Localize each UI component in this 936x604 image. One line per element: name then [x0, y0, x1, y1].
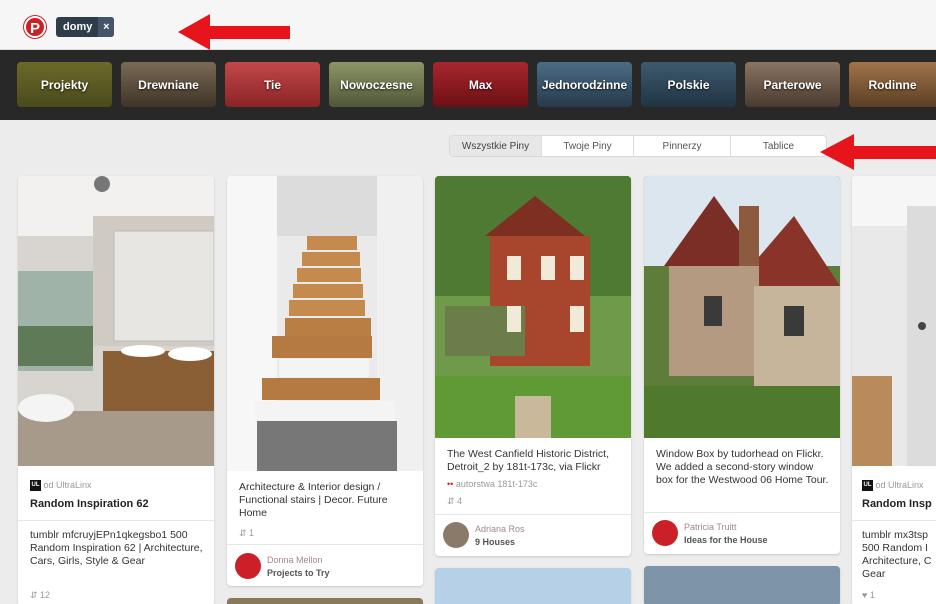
board-name[interactable]: Projects to Try: [267, 568, 330, 578]
house-image: [435, 176, 631, 438]
category-nowoczesne[interactable]: Nowoczesne: [329, 62, 424, 107]
tab-all-pins[interactable]: Wszystkie Piny: [450, 136, 542, 156]
pinterest-logo-icon[interactable]: P: [24, 16, 46, 38]
search-tag-label: domy: [63, 21, 93, 33]
pinner-name[interactable]: Donna Mellon: [267, 555, 323, 565]
divider: [644, 512, 840, 513]
pin-card[interactable]: Architecture & Interior design / Functio…: [227, 176, 423, 586]
category-rodinne[interactable]: Rodinne: [849, 62, 936, 107]
pin-title: Random Inspiration 62: [30, 498, 149, 510]
divider: [227, 544, 423, 545]
pin-card[interactable]: [227, 598, 423, 604]
category-jednorodzinne[interactable]: Jednorodzinne: [537, 62, 632, 107]
pin-filter-tabs: Wszystkie Piny Twoje Piny Pinnerzy Tabli…: [449, 135, 827, 157]
board-name[interactable]: Ideas for the House: [684, 535, 768, 545]
board-name[interactable]: 9 Houses: [475, 537, 515, 547]
pin-card[interactable]: Window Box by tudorhead on Flickr. We ad…: [644, 176, 840, 554]
avatar[interactable]: [652, 520, 678, 546]
pin-stats: ⇵ 4: [447, 496, 463, 506]
pin-stats: ♥ 1: [862, 590, 875, 600]
pin-source: UL od UltraLinx: [862, 480, 924, 492]
bathroom-image: [852, 176, 936, 466]
red-arrow-left-icon: [820, 134, 936, 170]
divider: [18, 520, 214, 521]
category-parterowe[interactable]: Parterowe: [745, 62, 840, 107]
pinner-name[interactable]: Patricia Truitt: [684, 522, 737, 532]
remove-tag-icon[interactable]: ×: [98, 17, 115, 37]
avatar[interactable]: [235, 553, 261, 579]
tab-pinners[interactable]: Pinnerzy: [634, 136, 731, 156]
tab-boards[interactable]: Tablice: [731, 136, 826, 156]
bathroom-image: [18, 176, 214, 466]
pin-description: The West Canfield Historic District, Det…: [447, 448, 610, 473]
pin-description: tumblr mx3tsp 500 Random I Architecture,…: [862, 529, 932, 580]
pin-stats: ⇵ 1: [239, 528, 255, 538]
pin-card[interactable]: The West Canfield Historic District, Det…: [435, 176, 631, 556]
category-max[interactable]: Max: [433, 62, 528, 107]
pin-description: Architecture & Interior design / Functio…: [239, 481, 388, 519]
pin-card[interactable]: UL od UltraLinx Random Insp tumblr mx3ts…: [852, 176, 936, 604]
pin-card[interactable]: [435, 568, 631, 604]
ultralinx-icon: UL: [30, 480, 41, 492]
stairs-image: [227, 176, 423, 471]
category-tie[interactable]: Tie: [225, 62, 320, 107]
pin-description: Window Box by tudorhead on Flickr. We ad…: [656, 448, 829, 486]
pinner-name[interactable]: Adriana Ros: [475, 524, 525, 534]
top-bar: P domy ×: [0, 0, 936, 50]
category-strip: Projekty Drewniane Tie Nowoczesne Max Je…: [0, 50, 936, 120]
category-drewniane[interactable]: Drewniane: [121, 62, 216, 107]
pin-card[interactable]: UL od UltraLinx Random Inspiration 62 tu…: [18, 176, 214, 604]
pin-title: Random Insp: [862, 498, 932, 510]
avatar[interactable]: [443, 522, 469, 548]
pin-stats: ⇵ 12: [30, 590, 51, 600]
red-arrow-left-icon: [178, 14, 290, 50]
pin-card[interactable]: [644, 566, 840, 604]
search-tag[interactable]: domy ×: [56, 17, 115, 37]
pin-description: tumblr mfcruyjEPn1qkegsbo1 500 Random In…: [30, 529, 203, 567]
tab-your-pins[interactable]: Twoje Piny: [542, 136, 634, 156]
pin-via: •• autorstwa 181t-173c: [447, 479, 538, 489]
ultralinx-icon: UL: [862, 480, 873, 492]
category-projekty[interactable]: Projekty: [17, 62, 112, 107]
divider: [435, 514, 631, 515]
tudor-house-image: [644, 176, 840, 438]
pin-source: UL od UltraLinx: [30, 480, 92, 492]
divider: [852, 520, 936, 521]
category-polskie[interactable]: Polskie: [641, 62, 736, 107]
